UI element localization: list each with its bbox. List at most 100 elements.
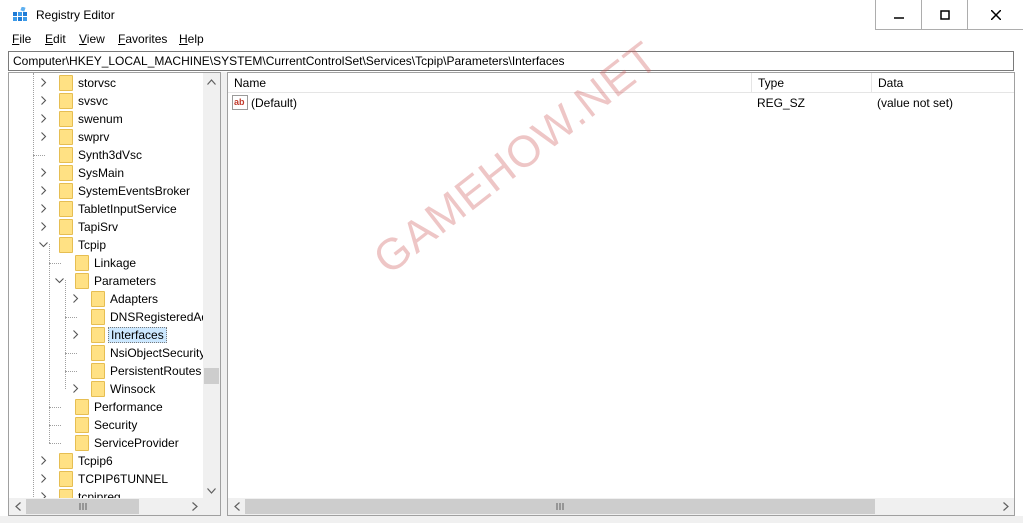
tree-horizontal-scrollbar[interactable] — [9, 498, 203, 515]
folder-icon — [59, 165, 73, 181]
status-bar — [0, 516, 1023, 523]
value-name: (Default) — [251, 96, 298, 110]
tree-item[interactable]: swenum — [9, 110, 203, 128]
svg-text:ab: ab — [234, 97, 245, 107]
tree-item[interactable]: TabletInputService — [9, 200, 203, 218]
tree-item[interactable]: ServiceProvider — [9, 434, 203, 452]
chevron-right-icon[interactable] — [39, 132, 48, 141]
chevron-right-icon[interactable] — [39, 96, 48, 105]
minimize-button[interactable] — [875, 0, 921, 30]
address-bar[interactable]: Computer\HKEY_LOCAL_MACHINE\SYSTEM\Curre… — [8, 51, 1014, 71]
chevron-right-icon[interactable] — [39, 78, 48, 87]
window-title: Registry Editor — [36, 8, 115, 22]
tree-item[interactable]: Performance — [9, 398, 203, 416]
chevron-right-icon[interactable] — [39, 474, 48, 483]
menu-favorites[interactable]: Favorites — [118, 32, 167, 46]
tree-item[interactable]: TapiSrv — [9, 218, 203, 236]
scroll-right-arrow[interactable] — [186, 498, 203, 515]
chevron-left-icon — [233, 502, 240, 511]
menu-help[interactable]: Help — [179, 32, 204, 46]
maximize-icon — [939, 9, 950, 20]
tree-item-label: Tcpip6 — [78, 454, 113, 468]
chevron-right-icon[interactable] — [39, 168, 48, 177]
tree-item-label: Performance — [94, 400, 163, 414]
title-bar: Registry Editor — [0, 0, 1023, 30]
folder-icon — [59, 219, 73, 235]
close-button[interactable] — [967, 0, 1023, 30]
maximize-button[interactable] — [921, 0, 967, 30]
chevron-right-icon[interactable] — [39, 114, 48, 123]
tree-item[interactable]: Adapters — [9, 290, 203, 308]
menu-edit-accel: E — [45, 32, 54, 46]
chevron-right-icon[interactable] — [39, 204, 48, 213]
tree-item[interactable]: Interfaces — [9, 326, 203, 344]
menu-help-accel: H — [179, 32, 188, 46]
tree-item[interactable]: Tcpip6 — [9, 452, 203, 470]
tree-item[interactable]: Parameters — [9, 272, 203, 290]
tree-item[interactable]: storvsc — [9, 74, 203, 92]
tree-item[interactable]: DNSRegisteredAd — [9, 308, 208, 326]
chevron-right-icon[interactable] — [39, 456, 48, 465]
chevron-right-icon — [191, 502, 198, 511]
menu-view[interactable]: View — [79, 32, 105, 46]
folder-icon — [59, 183, 73, 199]
tree-horizontal-scroll-thumb[interactable] — [26, 499, 139, 514]
column-header-type[interactable]: Type — [752, 73, 872, 92]
folder-icon — [59, 471, 73, 487]
scroll-left-arrow[interactable] — [228, 498, 245, 515]
folder-icon — [75, 255, 89, 271]
chevron-right-icon[interactable] — [71, 384, 80, 393]
tree-item[interactable]: Winsock — [9, 380, 203, 398]
values-horizontal-scrollbar[interactable] — [228, 498, 1014, 515]
tree-item[interactable]: Synth3dVsc — [9, 146, 203, 164]
scroll-right-arrow[interactable] — [997, 498, 1014, 515]
menu-edit-rest: dit — [53, 32, 66, 46]
values-horizontal-scroll-thumb[interactable] — [245, 499, 875, 514]
tree-vertical-scroll-thumb[interactable] — [204, 368, 219, 384]
grip-icon — [556, 503, 564, 510]
chevron-right-icon[interactable] — [39, 186, 48, 195]
folder-icon — [59, 93, 73, 109]
header-divider — [228, 92, 1014, 93]
scroll-up-arrow[interactable] — [203, 73, 220, 90]
tree-item[interactable]: Tcpip — [9, 236, 203, 254]
menu-bar: File Edit View Favorites Help — [0, 30, 1023, 50]
scroll-down-arrow[interactable] — [203, 482, 220, 499]
tree-item[interactable]: NsiObjectSecurity — [9, 344, 205, 362]
column-header-data[interactable]: Data — [872, 73, 1014, 92]
menu-file[interactable]: File — [12, 32, 31, 46]
folder-icon — [75, 435, 89, 451]
tree-item[interactable]: Security — [9, 416, 203, 434]
tree-item[interactable]: SysMain — [9, 164, 203, 182]
chevron-right-icon[interactable] — [39, 222, 48, 231]
tree-item[interactable]: Linkage — [9, 254, 203, 272]
scroll-left-arrow[interactable] — [9, 498, 26, 515]
tree-item-label: Linkage — [94, 256, 137, 270]
folder-icon — [59, 237, 73, 253]
menu-view-rest: iew — [86, 32, 105, 46]
folder-icon — [75, 273, 89, 289]
chevron-right-icon[interactable] — [71, 294, 80, 303]
tree-item[interactable]: SystemEventsBroker — [9, 182, 203, 200]
tree-item-label: Security — [94, 418, 138, 432]
tree-vertical-scrollbar[interactable] — [203, 73, 220, 499]
folder-icon — [91, 363, 105, 379]
tree-pane[interactable]: storvsc svsvc swenum swprv Synth3dVsc SysMain… — [8, 72, 221, 516]
value-type: REG_SZ — [757, 96, 806, 110]
chevron-left-icon — [14, 502, 21, 511]
tree-item-label: TCPIP6TUNNEL — [78, 472, 169, 486]
column-header-name[interactable]: Name — [228, 73, 752, 92]
menu-edit[interactable]: Edit — [45, 32, 66, 46]
tree-item-label: Tcpip — [78, 238, 107, 252]
value-data: (value not set) — [877, 96, 954, 110]
chevron-down-icon[interactable] — [55, 276, 64, 285]
tree-item[interactable]: PersistentRoutes — [9, 362, 203, 380]
values-pane[interactable]: Name Type Data ab (Default) REG_SZ (valu… — [227, 72, 1015, 516]
tree-item[interactable]: svsvc — [9, 92, 203, 110]
tree-item[interactable]: TCPIP6TUNNEL — [9, 470, 203, 488]
chevron-down-icon[interactable] — [39, 240, 48, 249]
registry-icon — [13, 7, 27, 21]
tree-item-label: TabletInputService — [78, 202, 177, 216]
tree-item[interactable]: swprv — [9, 128, 203, 146]
chevron-right-icon[interactable] — [71, 330, 80, 339]
